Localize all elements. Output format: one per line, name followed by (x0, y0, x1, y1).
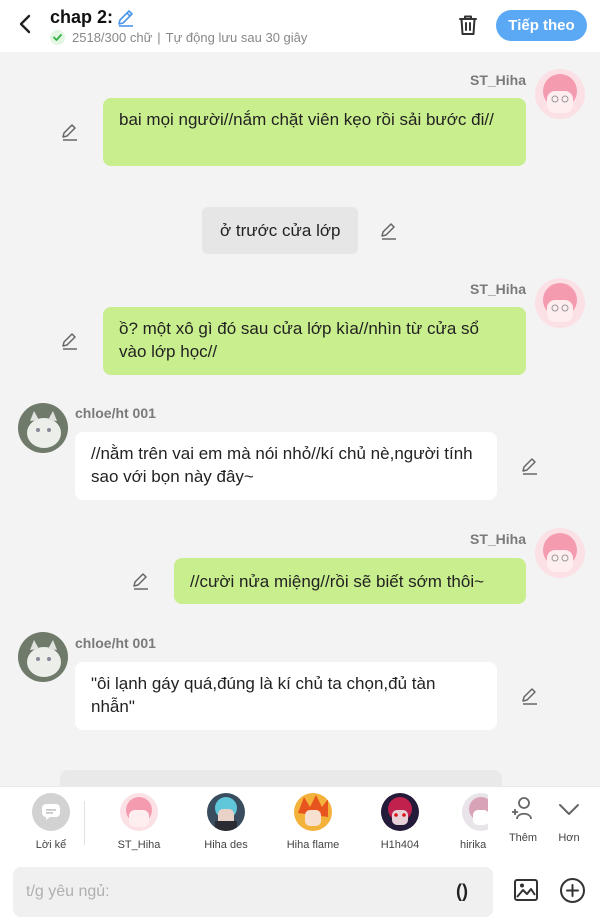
parentheses-button[interactable]: () (456, 881, 468, 902)
add-circle-icon[interactable] (559, 877, 586, 904)
message-bubble-own[interactable]: bai mọi người//nắm chặt viên kẹo rồi sải… (103, 98, 526, 166)
edit-message-icon[interactable] (520, 456, 540, 476)
avatar-chloe[interactable] (18, 403, 68, 453)
add-person-icon (512, 797, 532, 820)
character-avatar (207, 793, 245, 831)
sender-name: ST_Hiha (470, 281, 527, 297)
character-hirika[interactable]: hirika (450, 793, 488, 851)
character-label: Hiha flame (286, 839, 340, 851)
edit-message-icon[interactable] (379, 221, 399, 241)
message-bubble-own[interactable]: ồ? một xô gì đó sau cửa lớp kìa//nhìn từ… (103, 307, 526, 375)
narrator-avatar (32, 793, 70, 831)
sender-name: chloe/ht 001 (75, 405, 156, 421)
sender-name: chloe/ht 001 (75, 635, 156, 651)
edit-message-icon[interactable] (520, 686, 540, 706)
check-icon (50, 30, 65, 45)
input-bar: () (0, 860, 600, 924)
message-bubble-other[interactable]: "ôi lạnh gáy quá,đúng là kí chủ ta chọn,… (75, 662, 497, 730)
character-avatar (462, 793, 488, 831)
word-count: 2518/300 chữ (72, 30, 153, 45)
trash-icon[interactable] (456, 13, 480, 37)
add-label: Thêm (508, 832, 538, 844)
back-arrow-icon[interactable] (14, 12, 38, 36)
character-label: ST_Hiha (117, 839, 161, 851)
divider (84, 801, 85, 845)
narration-bubble[interactable]: ở trước cửa lớp (202, 207, 359, 254)
edit-message-icon[interactable] (60, 122, 80, 142)
edit-message-icon[interactable] (60, 331, 80, 351)
character-label: H1h404 (380, 839, 420, 851)
chat-bubble-icon (42, 804, 60, 820)
avatar-st-hiha[interactable] (535, 528, 585, 578)
add-character-button[interactable]: Thêm (503, 795, 543, 844)
character-avatar (120, 793, 158, 831)
title-row: chap 2: (50, 7, 136, 28)
next-button[interactable]: Tiếp theo (496, 10, 587, 41)
message-bubble-other[interactable]: //nằm trên vai em mà nói nhỏ//kí chủ nè,… (75, 432, 497, 500)
chat-area[interactable]: ST_Hiha bai mọi người//nắm chặt viên kẹo… (0, 52, 600, 786)
edit-message-icon[interactable] (131, 571, 151, 591)
narrator-button[interactable]: Lời kể (15, 793, 87, 851)
avatar-st-hiha[interactable] (535, 278, 585, 328)
character-st-hiha[interactable]: ST_Hiha (103, 793, 175, 851)
character-avatar (294, 793, 332, 831)
chapter-title: chap 2: (50, 7, 114, 27)
character-label: hirika (460, 839, 487, 851)
avatar-st-hiha[interactable] (535, 69, 585, 119)
top-bar: chap 2: 2518/300 chữ | Tự động lưu sau 3… (0, 0, 600, 52)
more-label: Hơn (558, 832, 580, 844)
message-input[interactable] (13, 867, 493, 917)
avatar-chloe[interactable] (18, 632, 68, 682)
edit-title-icon[interactable] (116, 8, 136, 28)
more-button[interactable]: Hơn (549, 795, 589, 844)
narrator-label: Lời kể (35, 839, 67, 851)
character-hiha-flame[interactable]: Hiha flame (277, 793, 349, 851)
sender-name: ST_Hiha (470, 531, 527, 547)
message-bubble-partial[interactable] (60, 770, 502, 786)
status-separator: | (157, 30, 161, 45)
character-bar: Lời kể ST_Hiha Hiha des Hiha flame H1h40… (0, 786, 600, 860)
autosave-status: Tự động lưu sau 30 giây (165, 30, 308, 45)
character-h1h404[interactable]: H1h404 (364, 793, 436, 851)
character-avatar (381, 793, 419, 831)
chevron-down-icon (559, 804, 579, 815)
sender-name: ST_Hiha (470, 72, 527, 88)
character-hiha-des[interactable]: Hiha des (190, 793, 262, 851)
status-row: 2518/300 chữ | Tự động lưu sau 30 giây (50, 30, 307, 45)
message-bubble-own[interactable]: //cười nửa miệng//rồi sẽ biết sớm thôi~ (174, 558, 526, 604)
character-label: Hiha des (204, 839, 248, 851)
image-icon[interactable] (513, 877, 539, 903)
